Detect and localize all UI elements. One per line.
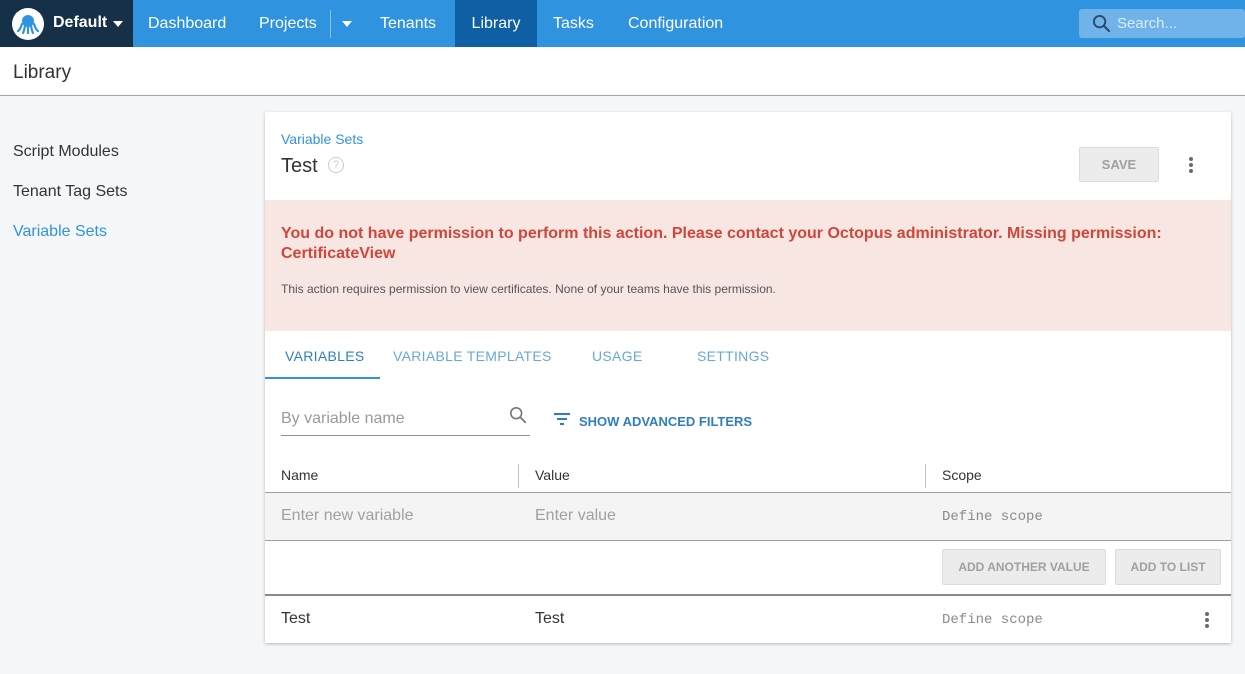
new-variable-scope[interactable]: Define scope — [942, 509, 1043, 525]
page-title: Library — [13, 62, 72, 83]
nav-tenants[interactable]: Tenants — [380, 0, 436, 47]
tab-usage[interactable]: USAGE — [592, 348, 643, 364]
column-header-name: Name — [281, 467, 319, 483]
variable-name[interactable]: Test — [281, 610, 310, 628]
space-switcher[interactable]: Default — [0, 0, 133, 47]
column-divider[interactable] — [518, 464, 519, 488]
breadcrumb[interactable]: Variable Sets — [281, 131, 363, 147]
tab-variables[interactable]: VARIABLES — [285, 348, 364, 364]
column-header-value: Value — [535, 467, 570, 483]
nav-projects[interactable]: Projects — [259, 0, 317, 47]
global-search[interactable] — [1079, 9, 1245, 38]
nav-dashboard[interactable]: Dashboard — [148, 0, 226, 47]
nav-library[interactable]: Library — [455, 0, 537, 47]
overflow-menu-icon[interactable] — [1189, 157, 1193, 175]
show-advanced-filters-label: SHOW ADVANCED FILTERS — [579, 414, 753, 429]
nav-divider — [330, 10, 331, 38]
tab-settings[interactable]: SETTINGS — [697, 348, 769, 364]
variable-name-filter-input[interactable] — [281, 410, 501, 428]
new-variable-value-input[interactable] — [535, 507, 915, 525]
top-nav: Default Dashboard Projects Tenants Libra… — [0, 0, 1245, 47]
row-overflow-menu-icon[interactable] — [1205, 612, 1209, 630]
card-title: Test — [281, 155, 318, 177]
active-tab-indicator — [265, 377, 380, 379]
variable-value[interactable]: Test — [535, 610, 564, 628]
search-icon — [1092, 14, 1111, 38]
space-name: Default — [53, 14, 108, 31]
save-button[interactable]: SAVE — [1079, 147, 1159, 182]
variable-set-card: Variable Sets Test ? SAVE You do not hav… — [265, 112, 1231, 643]
add-to-list-button[interactable]: ADD TO LIST — [1115, 549, 1221, 585]
sidebar-item-variable-sets[interactable]: Variable Sets — [13, 223, 107, 241]
alert-message: You do not have permission to perform th… — [281, 225, 1162, 262]
row-divider — [265, 540, 1231, 541]
permission-alert: You do not have permission to perform th… — [265, 200, 1231, 331]
octopus-logo-icon — [12, 8, 44, 40]
sidebar-item-script-modules[interactable]: Script Modules — [13, 143, 119, 161]
show-advanced-filters-button[interactable]: SHOW ADVANCED FILTERS — [553, 412, 752, 431]
add-another-value-button[interactable]: ADD ANOTHER VALUE — [942, 549, 1106, 585]
filter-icon — [553, 412, 571, 431]
column-divider[interactable] — [925, 464, 926, 488]
search-icon — [509, 406, 527, 429]
projects-dropdown-icon[interactable] — [342, 21, 352, 27]
chevron-down-icon[interactable] — [113, 21, 123, 27]
nav-configuration[interactable]: Configuration — [628, 0, 723, 47]
global-search-input[interactable] — [1117, 9, 1245, 38]
new-variable-name-input[interactable] — [281, 507, 511, 525]
variable-scope[interactable]: Define scope — [942, 612, 1043, 628]
page-header: Library — [0, 47, 1245, 96]
tab-variable-templates[interactable]: VARIABLE TEMPLATES — [393, 348, 552, 364]
variable-name-filter[interactable] — [281, 402, 530, 436]
column-header-scope: Scope — [942, 467, 982, 483]
alert-detail: This action requires permission to view … — [281, 282, 776, 296]
new-variable-row: Define scope — [265, 493, 1231, 540]
nav-tasks[interactable]: Tasks — [553, 0, 594, 47]
list-divider — [265, 594, 1231, 596]
sidebar-item-tenant-tag-sets[interactable]: Tenant Tag Sets — [13, 183, 127, 201]
help-icon[interactable]: ? — [328, 157, 344, 173]
